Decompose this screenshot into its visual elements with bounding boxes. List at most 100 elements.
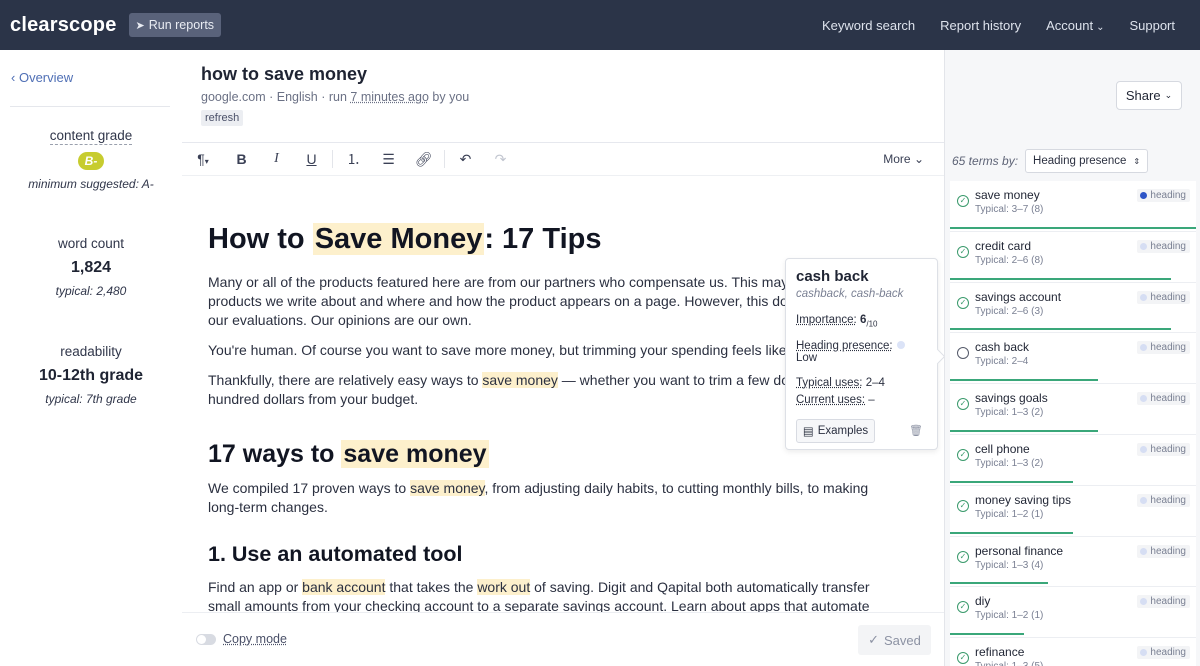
importance-denominator: /10: [866, 319, 878, 329]
term-progress-bar: [950, 480, 1073, 483]
checkmark-icon: ✓: [868, 632, 880, 647]
numbered-list-icon[interactable]: ⒈: [336, 149, 371, 169]
underline-icon[interactable]: U: [294, 151, 329, 167]
check-circle-icon: ✓: [957, 652, 969, 665]
content-grade-label[interactable]: content grade: [49, 128, 133, 145]
term-item[interactable]: ✓ savings goals Typical: 1–3 (2) heading: [950, 384, 1196, 435]
heading-dot-icon: [1140, 192, 1148, 199]
heading-dot-icon: [1140, 395, 1148, 403]
nav-report-history[interactable]: Report history: [940, 18, 1021, 33]
copy-mode-label[interactable]: Copy mode: [223, 632, 287, 646]
paragraph-format-icon[interactable]: ¶▾: [182, 151, 224, 167]
term-progress-bar: [950, 429, 1098, 432]
term-name: save money: [975, 188, 1040, 202]
term-typical: Typical: 1–3 (2): [975, 407, 1044, 419]
p4-highlighted-term[interactable]: save money: [410, 480, 485, 496]
main-nav: Keyword search Report history Account ⌄ S…: [822, 18, 1175, 33]
p5-text-mid: that takes the: [385, 579, 478, 595]
examples-label: Examples: [817, 425, 869, 437]
heading-tag-label: heading: [1150, 647, 1186, 659]
heading-tag-label: heading: [1150, 342, 1186, 354]
heading-tag: heading: [1137, 493, 1190, 507]
h1-highlighted-term[interactable]: Save Money: [312, 223, 485, 255]
heading-tag: heading: [1137, 392, 1190, 406]
term-progress-bar: [950, 582, 1049, 585]
term-item[interactable]: ✓ savings account Typical: 2–6 (3) heading: [950, 282, 1196, 334]
copy-mode-toggle[interactable]: [196, 634, 216, 645]
more-menu-button[interactable]: More ⌄: [883, 152, 924, 166]
nav-keyword-search[interactable]: Keyword search: [822, 18, 915, 33]
examples-button[interactable]: ▤ Examples: [796, 419, 875, 443]
term-name: savings account: [975, 289, 1062, 304]
heading-dot-icon: [1140, 445, 1148, 453]
nav-account[interactable]: Account ⌄: [1046, 18, 1104, 33]
term-typical: Typical: 2–6 (3): [975, 305, 1044, 317]
link-icon[interactable]: 🔗︎: [406, 151, 441, 168]
sidebar-divider: [10, 106, 170, 107]
readability-section: readability 10-12th grade typical: 7th g…: [0, 344, 182, 406]
term-item[interactable]: ✓ personal finance Typical: 1–3 (4) heading: [950, 536, 1196, 588]
share-label: Share: [1125, 88, 1161, 103]
check-circle-icon: ✓: [957, 499, 969, 512]
term-details-popover: cash back cashback, cash-back Importance…: [785, 258, 938, 450]
heading-tag-label: heading: [1150, 443, 1186, 455]
word-count-value: 1,824: [70, 259, 112, 276]
term-name: refinance: [975, 645, 1025, 660]
clearscope-logo[interactable]: clearscope: [10, 14, 117, 37]
heading-tag: heading: [1137, 544, 1190, 558]
term-item[interactable]: ✓ cell phone Typical: 1–3 (2) heading: [950, 434, 1196, 486]
term-item[interactable]: cash back Typical: 2–4 heading: [950, 333, 1196, 385]
h2-highlighted-term[interactable]: save money: [341, 440, 489, 468]
bold-icon[interactable]: B: [224, 151, 259, 167]
heading-tag: heading: [1137, 595, 1190, 609]
heading-dot-icon: [1140, 242, 1148, 250]
term-item[interactable]: ✓ save money Typical: 3–7 (8) heading: [950, 181, 1196, 232]
check-circle-icon: ✓: [957, 448, 969, 461]
term-typical: Typical: 1–2 (1): [975, 508, 1044, 520]
toolbar-separator: [332, 150, 333, 168]
run-reports-button[interactable]: ➤ Run reports: [128, 13, 222, 37]
term-progress-bar: [950, 226, 1196, 229]
heading-tag: heading: [1137, 442, 1190, 456]
bulleted-list-icon[interactable]: ☰: [371, 151, 406, 168]
term-item[interactable]: ✓ diy Typical: 1–2 (1) heading: [950, 587, 1196, 639]
chevron-down-icon: ⌄: [913, 152, 924, 166]
heading-tag: heading: [1137, 239, 1190, 253]
word-count-label: word count: [57, 236, 125, 251]
paper-plane-icon: ➤: [135, 19, 145, 32]
paragraph-automated: Find an app or bank account that takes t…: [208, 578, 898, 613]
importance-label: Importance:: [796, 314, 857, 326]
term-name: savings goals: [975, 391, 1048, 406]
p5-highlighted-term-1[interactable]: bank account: [302, 579, 386, 595]
word-count-section: word count 1,824 typical: 2,480: [0, 236, 182, 298]
popover-term-title: cash back: [796, 268, 869, 285]
undo-icon[interactable]: ↶: [448, 151, 483, 168]
italic-icon[interactable]: I: [259, 151, 294, 167]
heading-tag: heading: [1137, 341, 1190, 355]
term-item[interactable]: ✓ credit card Typical: 2–6 (8) heading: [950, 231, 1196, 283]
term-item[interactable]: ✓ refinanceTypical: 1–3 (5) heading: [950, 638, 1196, 666]
saved-button[interactable]: ✓ Saved: [858, 625, 931, 655]
heading-tag-label: heading: [1150, 291, 1186, 303]
sort-arrows-icon: ⇕: [1133, 156, 1141, 166]
nav-support[interactable]: Support: [1129, 18, 1175, 33]
trash-icon[interactable]: 🗑︎: [909, 424, 923, 437]
term-item[interactable]: ✓ money saving tips Typical: 1–2 (1) headin…: [950, 485, 1196, 537]
p3-highlighted-term[interactable]: save money: [482, 372, 558, 388]
word-count-typical: typical: 2,480: [55, 284, 127, 298]
more-label: More: [883, 152, 911, 166]
refresh-button[interactable]: refresh: [201, 110, 244, 126]
heading-dot-icon: [1140, 344, 1148, 352]
terms-panel: 65 terms by: Heading presence ⇕ ✓ save mo…: [944, 50, 1200, 666]
terms-sort-select[interactable]: Heading presence ⇕: [1025, 149, 1149, 173]
share-button[interactable]: Share ⌄: [1116, 81, 1182, 110]
term-name: cell phone: [975, 441, 1030, 456]
overview-link[interactable]: ‹ Overview: [11, 70, 73, 85]
term-typical: Typical: 1–3 (2): [975, 457, 1044, 469]
term-name: credit card: [975, 238, 1032, 253]
redo-icon[interactable]: ↷: [483, 151, 518, 168]
p5-highlighted-term-2[interactable]: work out: [477, 579, 531, 595]
saved-label: Saved: [884, 632, 921, 648]
nav-account-label: Account: [1046, 17, 1094, 33]
term-name: personal finance: [975, 543, 1064, 558]
